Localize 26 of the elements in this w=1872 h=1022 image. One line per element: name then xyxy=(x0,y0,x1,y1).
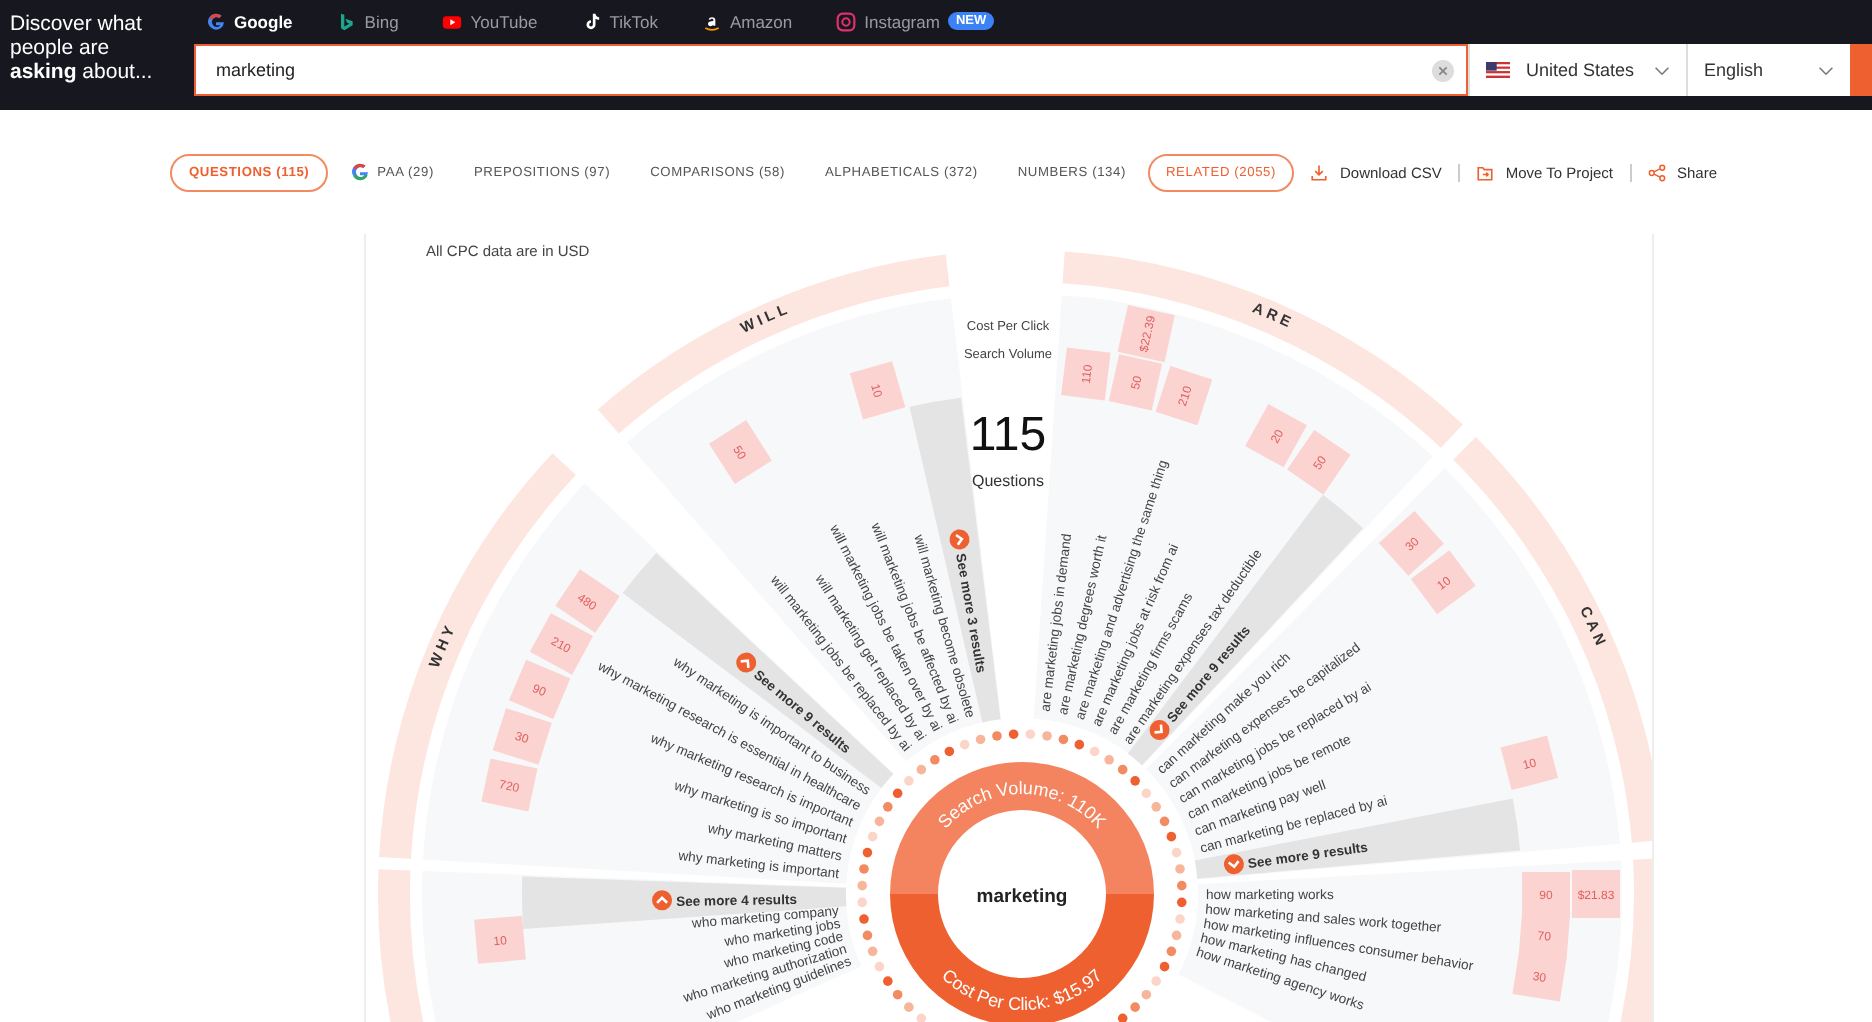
a-letter-icon xyxy=(701,11,722,31)
google-icon xyxy=(206,11,226,31)
camera-icon xyxy=(836,11,857,31)
question-count-label: Questions xyxy=(971,472,1045,490)
play-icon xyxy=(442,11,463,31)
tagline: Discover what people are asking about... xyxy=(8,10,155,88)
engine-tab[interactable]: YouTube xyxy=(442,11,538,31)
country-select[interactable]: United States xyxy=(1468,44,1686,96)
google-icon xyxy=(349,162,370,182)
chevron-down-icon xyxy=(1818,65,1834,75)
music-note-icon xyxy=(581,11,602,31)
engine-tab[interactable]: Amazon xyxy=(701,11,793,31)
search-field[interactable]: marketing xyxy=(194,44,1468,96)
engine-tab[interactable]: Google xyxy=(206,11,293,31)
engine-tab[interactable]: Bing xyxy=(336,11,399,31)
engine-tab[interactable]: TikTok xyxy=(581,11,658,31)
question-count: 115 xyxy=(969,408,1047,462)
bing-icon xyxy=(336,11,357,31)
folder-icon xyxy=(1475,163,1494,181)
flag-icon xyxy=(1486,62,1510,78)
language-select[interactable]: English xyxy=(1686,44,1850,96)
share-icon xyxy=(1647,163,1665,181)
chevron-down-icon xyxy=(1654,65,1670,75)
clear-icon[interactable] xyxy=(1432,60,1454,82)
download-icon xyxy=(1310,163,1328,181)
keyword-label: marketing xyxy=(976,886,1068,908)
